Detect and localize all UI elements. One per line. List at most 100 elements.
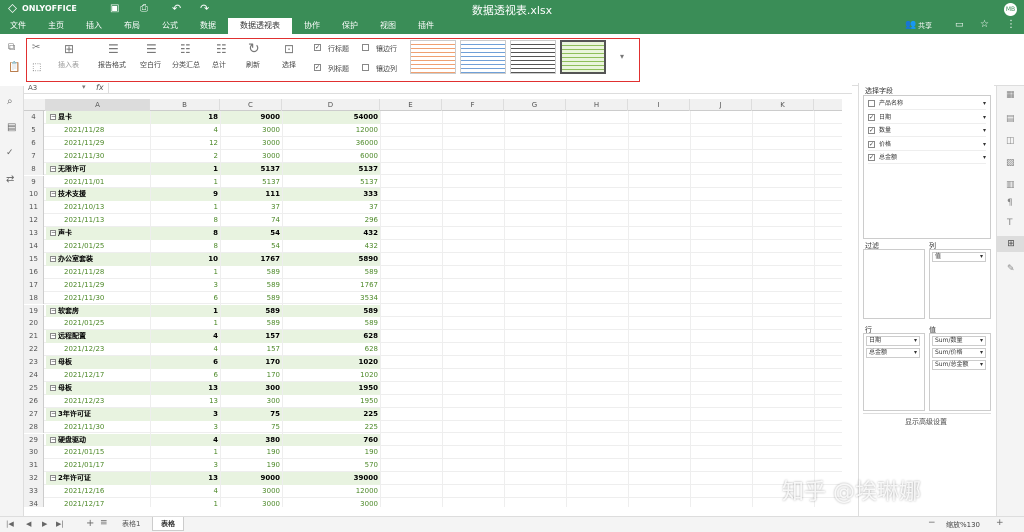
field-checkbox[interactable]: ✓ <box>868 127 875 134</box>
cell[interactable]: 2021/11/30 <box>46 292 150 305</box>
cell-quantity[interactable]: 6 <box>150 356 220 369</box>
row-number[interactable]: 13 <box>24 227 44 240</box>
cell[interactable]: 2021/11/28 <box>46 124 150 137</box>
cell-total[interactable]: 225 <box>282 407 380 421</box>
row-number[interactable]: 20 <box>24 317 44 331</box>
save-icon[interactable]: ▣ <box>110 3 119 14</box>
pivot-style-orange[interactable] <box>410 40 456 74</box>
collapse-icon[interactable]: − <box>50 410 56 417</box>
advanced-settings-link[interactable]: 显示高级设置 <box>905 417 947 427</box>
collapse-icon[interactable]: − <box>50 230 56 237</box>
cell-price[interactable]: 5137 <box>220 162 282 176</box>
field-dropdown-icon[interactable]: ▾ <box>983 139 986 151</box>
cell-total[interactable]: 628 <box>282 343 380 356</box>
tab-insert[interactable]: 插入 <box>78 18 110 34</box>
cell[interactable]: − 母板 <box>46 381 150 395</box>
cell-quantity[interactable]: 3 <box>150 407 220 421</box>
cell-price[interactable]: 111 <box>220 188 282 202</box>
row-number[interactable]: 30 <box>24 446 44 460</box>
collapse-icon[interactable]: − <box>50 191 56 198</box>
field-item[interactable]: ✓ 价格 ▾ <box>868 139 986 151</box>
collapse-icon[interactable]: − <box>50 333 56 340</box>
pivot-style-green[interactable] <box>560 40 606 74</box>
report-layout-icon[interactable]: ☰ <box>108 42 119 56</box>
signature-settings-icon[interactable]: ✎ <box>1007 264 1015 274</box>
cell[interactable]: −3年许可证 <box>46 407 150 421</box>
zoom-in-icon[interactable]: + <box>996 518 1004 528</box>
textart-settings-icon[interactable]: T <box>1007 218 1013 228</box>
zoom-out-icon[interactable]: − <box>928 518 936 528</box>
row-number[interactable]: 14 <box>24 240 44 253</box>
cell-quantity[interactable]: 6 <box>150 292 220 305</box>
cell-quantity[interactable]: 8 <box>150 227 220 240</box>
row-number[interactable]: 16 <box>24 265 44 279</box>
column-header[interactable]: D <box>282 99 380 111</box>
grand-totals-button[interactable]: 总计 <box>212 60 226 70</box>
cell[interactable]: − 硬盘驱动 <box>46 433 150 447</box>
select-all-corner[interactable] <box>24 99 46 111</box>
cell-price[interactable]: 170 <box>220 369 282 382</box>
cell[interactable]: − 软套房 <box>46 304 150 318</box>
redo-icon[interactable]: ↷ <box>200 2 209 15</box>
folder-icon[interactable]: ▭ <box>955 20 964 30</box>
cell-ref-dropdown-icon[interactable]: ▾ <box>82 83 86 91</box>
row-number[interactable]: 31 <box>24 459 44 473</box>
cell-total[interactable]: 432 <box>282 240 380 253</box>
cell-price[interactable]: 170 <box>220 356 282 369</box>
cell-total[interactable]: 12000 <box>282 124 380 137</box>
cell-quantity[interactable]: 1 <box>150 317 220 330</box>
refresh-button[interactable]: 刷新 <box>246 60 260 70</box>
row-number[interactable]: 6 <box>24 136 44 150</box>
cell[interactable]: 2021/12/17 <box>46 369 150 382</box>
select-all-icon[interactable]: ⬚ <box>32 62 41 73</box>
col-headers-checkbox[interactable]: ✓ <box>314 64 321 71</box>
blank-rows-button[interactable]: 空白行 <box>140 60 161 70</box>
cell-price[interactable]: 9000 <box>220 472 282 486</box>
insert-table-icon[interactable]: ⊞ <box>64 42 74 56</box>
rows-box[interactable]: 日期 总金额 <box>863 333 925 411</box>
row-field-chip[interactable]: 日期 <box>866 336 920 346</box>
cell[interactable]: 2021/11/13 <box>46 214 150 227</box>
cell-price[interactable]: 300 <box>220 395 282 408</box>
tab-collaborate[interactable]: 协作 <box>296 18 328 34</box>
field-dropdown-icon[interactable]: ▾ <box>983 112 986 124</box>
cell[interactable]: − 声卡 <box>46 227 150 240</box>
cell-quantity[interactable]: 18 <box>150 111 220 124</box>
undo-icon[interactable]: ↶ <box>172 2 181 15</box>
cell-price[interactable]: 157 <box>220 330 282 344</box>
cut-icon[interactable]: ✂ <box>32 42 40 53</box>
collapse-icon[interactable]: − <box>50 114 56 120</box>
prev-sheet-icon[interactable]: ◀ <box>26 520 31 528</box>
cell[interactable]: 2021/01/25 <box>46 317 150 330</box>
field-dropdown-icon[interactable]: ▾ <box>983 125 986 137</box>
row-number[interactable]: 19 <box>24 304 44 318</box>
row-number[interactable]: 4 <box>24 111 44 124</box>
cell-total[interactable]: 1950 <box>282 381 380 395</box>
cell-total[interactable]: 1950 <box>282 395 380 408</box>
tab-protect[interactable]: 保护 <box>334 18 366 34</box>
cell-total[interactable]: 39000 <box>282 472 380 486</box>
collapse-icon[interactable]: − <box>50 475 56 482</box>
cell[interactable]: 2021/01/17 <box>46 459 150 472</box>
search-icon[interactable]: ⌕ <box>7 96 13 107</box>
value-field-chip[interactable]: Sum/总金额 <box>932 360 986 370</box>
cell-reference[interactable]: A3 <box>28 84 37 92</box>
column-field-chip[interactable]: 值 <box>932 252 986 262</box>
cell-total[interactable]: 1767 <box>282 279 380 292</box>
cell[interactable]: 2021/01/15 <box>46 446 150 459</box>
share-button[interactable]: 共享 <box>918 21 932 31</box>
row-number[interactable]: 26 <box>24 394 44 408</box>
tab-plugins[interactable]: 插件 <box>410 18 442 34</box>
field-checkbox[interactable]: ✓ <box>868 154 875 161</box>
column-header[interactable]: E <box>380 99 442 111</box>
field-item[interactable]: ✓ 日期 ▾ <box>868 112 986 124</box>
last-sheet-icon[interactable]: ▶| <box>56 520 64 528</box>
cell-price[interactable]: 589 <box>220 317 282 330</box>
cell[interactable]: − 无限许可 <box>46 162 150 176</box>
cell-quantity[interactable]: 1 <box>150 162 220 176</box>
collapse-icon[interactable]: − <box>50 359 56 366</box>
cell-price[interactable]: 300 <box>220 381 282 395</box>
tab-pivot-table[interactable]: 数据透视表 <box>228 18 292 34</box>
table-settings-icon[interactable]: ▤ <box>1006 114 1015 124</box>
filters-box[interactable] <box>863 249 925 319</box>
